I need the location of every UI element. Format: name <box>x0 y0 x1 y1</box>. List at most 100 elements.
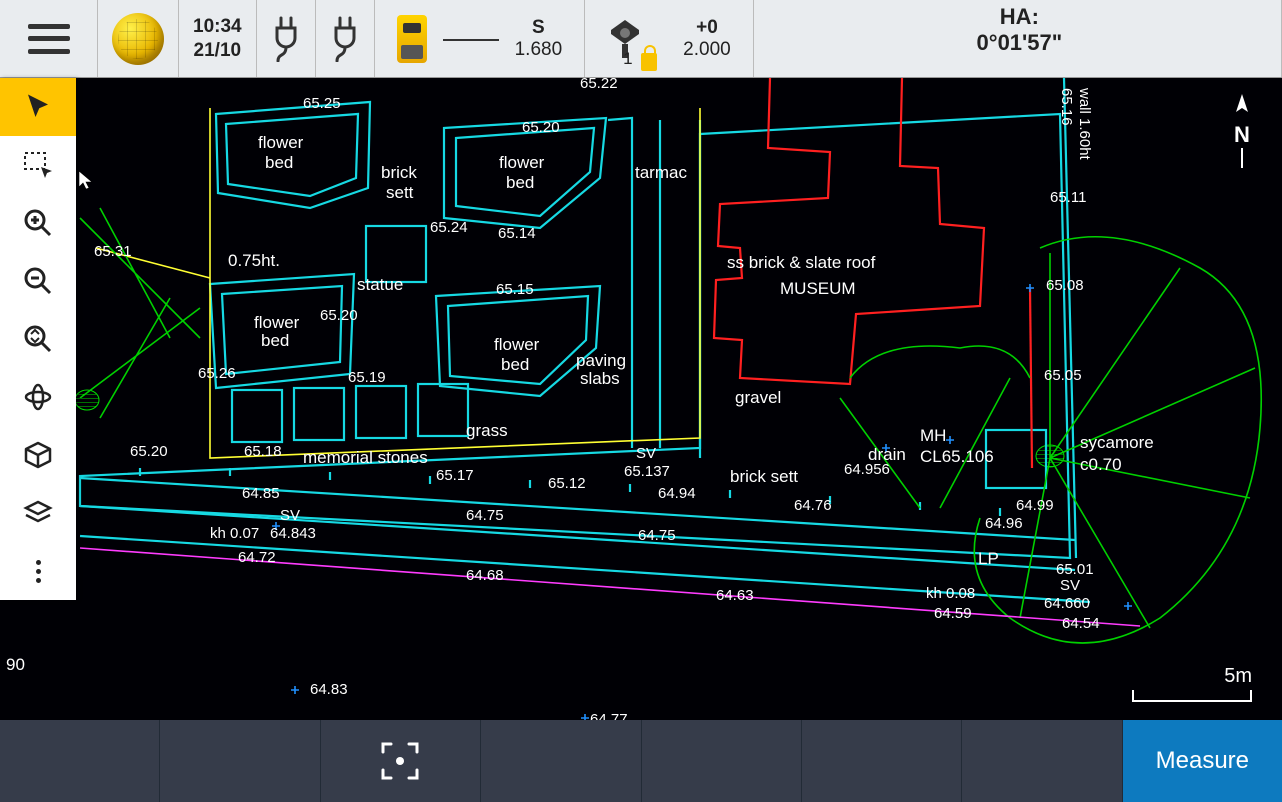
margin-level: 90 <box>6 655 25 674</box>
map-text: 64.85 <box>242 485 280 502</box>
map-text: 64.63 <box>716 587 754 604</box>
softkey-7[interactable] <box>962 720 1122 802</box>
map-text: 64.843 <box>270 525 316 542</box>
map-text: MUSEUM <box>780 279 856 298</box>
map-text: 65.26 <box>198 365 236 382</box>
map-text: 65.15 <box>496 281 534 298</box>
map-text: 65.20 <box>320 307 358 324</box>
prism-count: 1 <box>623 49 632 69</box>
instrument-height: 1.680 <box>515 39 563 61</box>
map-text: flower <box>254 313 300 332</box>
map-text: 64.96 <box>985 515 1023 532</box>
map-text: 65.137 <box>624 463 670 480</box>
map-text: 65.14 <box>498 225 536 242</box>
ha-value: 0°01'57" <box>977 30 1063 56</box>
angle-readout[interactable]: HA:0°01'57" VA:87°08'19" <box>754 0 1282 77</box>
hamburger-icon <box>28 24 70 54</box>
map-text: kh 0.07 <box>210 525 259 542</box>
map-text: SV <box>1060 577 1080 594</box>
snap-target-icon <box>377 738 423 784</box>
map-text: CL65.106 <box>920 447 994 466</box>
map-text: MH <box>920 426 946 445</box>
north-arrow: N <box>1232 94 1252 168</box>
instrument-status[interactable]: S 1.680 <box>375 0 586 77</box>
map-text: brick sett <box>730 467 798 486</box>
target-offset: +0 <box>696 17 718 39</box>
tool-zoom-extents[interactable] <box>0 310 76 368</box>
plug-icon <box>330 16 360 62</box>
tool-more[interactable] <box>0 542 76 600</box>
map-text: 65.08 <box>1046 277 1084 294</box>
power-instrument[interactable] <box>316 0 375 77</box>
measure-button[interactable]: Measure <box>1123 720 1282 802</box>
map-text: 64.956 <box>844 461 890 478</box>
map-text: tarmac <box>635 163 687 182</box>
map-toolbar <box>0 78 76 600</box>
map-text: wall 1.60ht <box>1076 87 1093 161</box>
softkey-6[interactable] <box>802 720 962 802</box>
map-text: statue <box>357 275 403 294</box>
measure-label: Measure <box>1156 747 1249 775</box>
map-text: bed <box>261 331 289 350</box>
map-text: 65.19 <box>348 369 386 386</box>
map-text: flower <box>258 133 304 152</box>
map-text: memorial stones <box>303 448 428 467</box>
scale-label: 5m <box>1224 665 1252 687</box>
map-text: bed <box>265 153 293 172</box>
softkey-4[interactable] <box>481 720 641 802</box>
map-text: 65.22 <box>580 78 618 92</box>
map-canvas[interactable]: flowerbedbricksettflowerbedtarmacss bric… <box>0 78 1282 720</box>
map-text: 64.83 <box>310 681 348 698</box>
map-text: paving <box>576 351 626 370</box>
tool-zoom-in[interactable] <box>0 194 76 252</box>
map-text: 65.01 <box>1056 561 1094 578</box>
map-text: 64.75 <box>466 507 504 524</box>
map-text: flower <box>494 335 540 354</box>
map-text: sycamore <box>1080 433 1154 452</box>
scale-bar: 5m <box>1132 665 1252 702</box>
map-text: 65.20 <box>130 443 168 460</box>
time-text: 10:34 <box>193 15 242 39</box>
tool-select[interactable] <box>0 78 76 136</box>
map-text: LP <box>978 549 999 568</box>
map-text: grass <box>466 421 508 440</box>
softkey-snap[interactable] <box>321 720 481 802</box>
tool-3d-cube[interactable] <box>0 426 76 484</box>
clock-cell[interactable]: 10:34 21/10 <box>179 0 257 77</box>
map-text: c0.70 <box>1080 455 1122 474</box>
map-text: 65.12 <box>548 475 586 492</box>
tool-orbit[interactable] <box>0 368 76 426</box>
mouse-cursor-icon <box>78 170 94 190</box>
map-text: 65.17 <box>436 467 474 484</box>
map-text: bed <box>501 355 529 374</box>
tool-layers[interactable] <box>0 484 76 542</box>
map-text: 65.11 <box>1050 189 1086 206</box>
map-text: 64.54 <box>1062 615 1100 632</box>
map-text: 64.77 <box>590 711 628 720</box>
map-text: 0.75ht. <box>228 251 280 270</box>
softkey-5[interactable] <box>642 720 802 802</box>
map-text: SV <box>636 445 656 462</box>
face-label: S <box>532 17 545 39</box>
softkey-2[interactable] <box>160 720 320 802</box>
top-status-bar: 10:34 21/10 S 1.680 1 +0 2.000 <box>0 0 1282 78</box>
power-controller[interactable] <box>257 0 316 77</box>
target-status[interactable]: 1 +0 2.000 <box>585 0 754 77</box>
date-text: 21/10 <box>193 39 242 63</box>
map-text: 65.24 <box>430 219 468 236</box>
map-text: 64.72 <box>238 549 276 566</box>
map-text: ss brick & slate roof <box>727 253 876 272</box>
map-text: gravel <box>735 388 781 407</box>
north-letter: N <box>1232 122 1252 148</box>
tool-box-select[interactable] <box>0 136 76 194</box>
instrument-icon <box>397 15 427 63</box>
tool-zoom-out[interactable] <box>0 252 76 310</box>
plug-icon <box>271 16 301 62</box>
main-menu-button[interactable] <box>0 0 98 77</box>
level-indicator-icon <box>443 36 499 44</box>
connection-status[interactable] <box>98 0 179 77</box>
map-text: 64.68 <box>466 567 504 584</box>
map-text: SV <box>280 507 300 524</box>
softkey-1[interactable] <box>0 720 160 802</box>
map-text: 65.20 <box>522 119 560 136</box>
